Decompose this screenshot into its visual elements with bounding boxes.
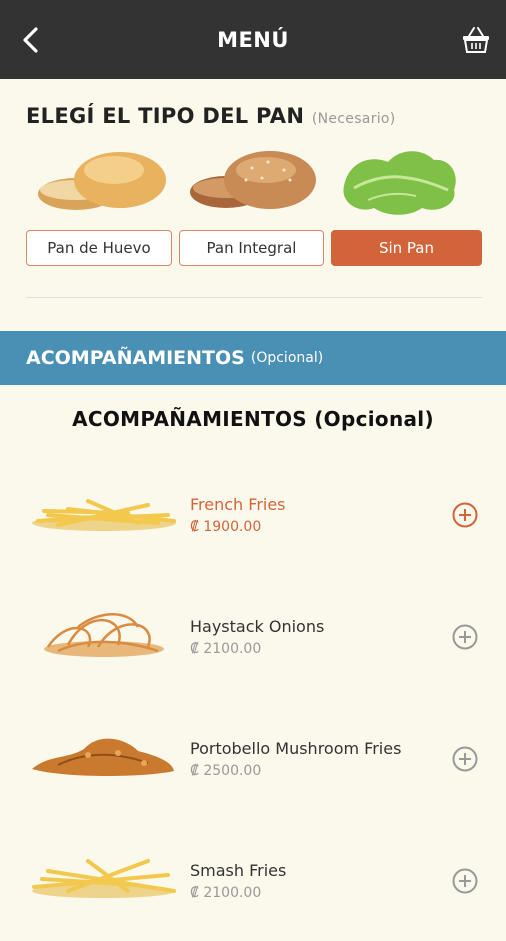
bread-option-whole-wheat[interactable]: Pan Integral xyxy=(179,230,324,266)
sides-heading: ACOMPAÑAMIENTOS (Opcional) xyxy=(72,407,434,431)
item-name: Smash Fries xyxy=(190,861,287,880)
list-item[interactable]: Smash Fries ₡ 2100.00 xyxy=(0,841,506,941)
banner-optional: (Opcional) xyxy=(250,350,324,366)
basket-icon xyxy=(463,27,489,53)
bread-section-title: ELEGÍ EL TIPO DEL PAN (Necesario) xyxy=(26,104,396,128)
required-label: (Necesario) xyxy=(311,111,396,127)
item-name: French Fries xyxy=(190,495,286,514)
add-circle-icon[interactable] xyxy=(452,746,478,772)
list-item[interactable]: French Fries ₡ 1900.00 xyxy=(0,475,506,575)
list-item[interactable]: Portobello Mushroom Fries ₡ 2500.00 xyxy=(0,719,506,819)
item-price: ₡ 2100.00 xyxy=(190,885,262,901)
list-item[interactable]: Haystack Onions ₡ 2100.00 xyxy=(0,597,506,697)
item-price: ₡ 2100.00 xyxy=(190,641,262,657)
cart-button[interactable] xyxy=(460,24,492,56)
add-circle-icon[interactable] xyxy=(452,624,478,650)
add-circle-icon[interactable] xyxy=(452,868,478,894)
mushroom-fries-image xyxy=(32,738,174,776)
item-name: Portobello Mushroom Fries xyxy=(190,739,402,758)
bread-option-no-bun[interactable]: Sin Pan xyxy=(331,230,482,266)
bread-title-text: ELEGÍ EL TIPO DEL PAN xyxy=(26,104,305,128)
divider xyxy=(26,297,482,298)
whole-wheat-bun-image[interactable] xyxy=(188,148,320,214)
item-price: ₡ 2500.00 xyxy=(190,763,262,779)
egg-bun-image[interactable] xyxy=(36,148,168,214)
sides-banner[interactable]: ACOMPAÑAMIENTOS (Opcional) xyxy=(0,331,506,385)
banner-title: ACOMPAÑAMIENTOS xyxy=(26,347,245,369)
french-fries-image xyxy=(32,499,176,531)
item-name: Haystack Onions xyxy=(190,617,325,636)
bread-option-egg[interactable]: Pan de Huevo xyxy=(26,230,172,266)
item-price: ₡ 1900.00 xyxy=(190,519,262,535)
lettuce-image[interactable] xyxy=(338,144,462,218)
top-bar: MENÚ xyxy=(0,0,506,79)
add-circle-icon[interactable] xyxy=(452,502,478,528)
smash-fries-image xyxy=(32,859,176,898)
page-title: MENÚ xyxy=(217,27,289,52)
haystack-onions-image xyxy=(44,613,164,657)
